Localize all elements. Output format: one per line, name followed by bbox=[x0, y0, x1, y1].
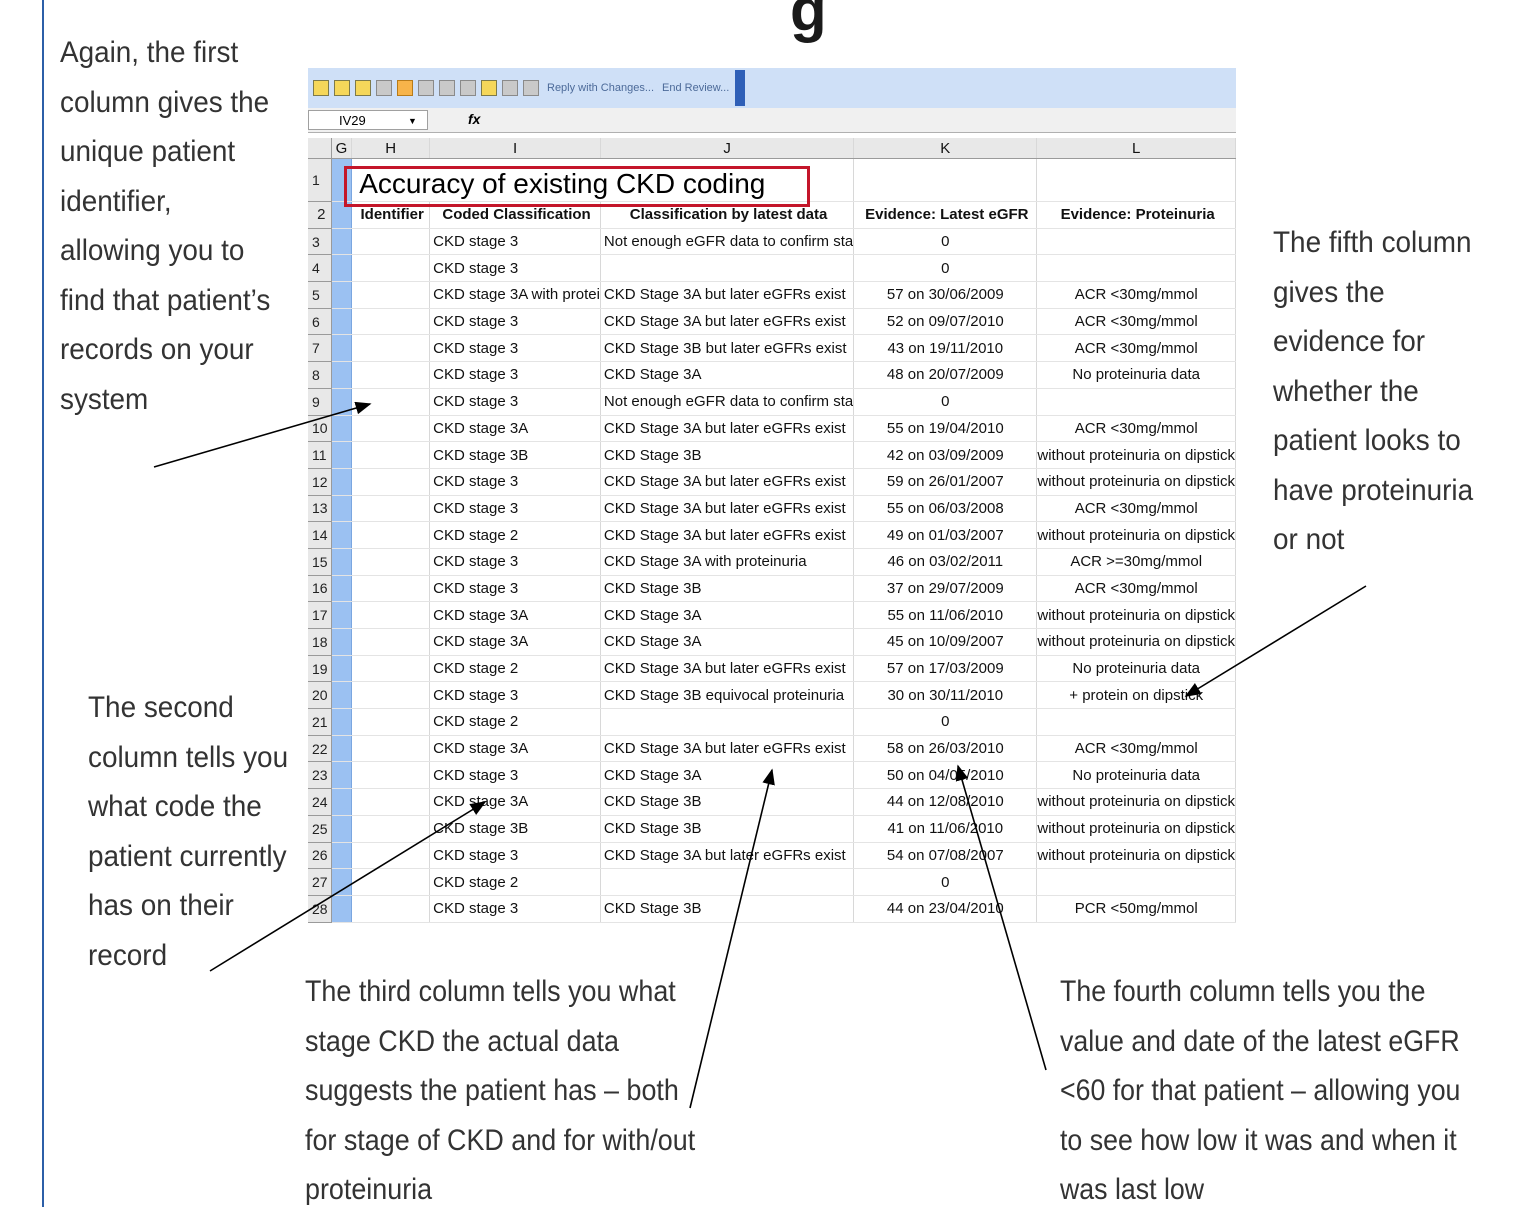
annotation-arrows bbox=[153, 401, 1367, 1109]
arrow-third-column bbox=[689, 768, 775, 1109]
arrow-second-column bbox=[209, 801, 487, 972]
arrow-first-column bbox=[153, 401, 372, 468]
arrow-fourth-column bbox=[955, 764, 1047, 1071]
arrow-fifth-column bbox=[1184, 585, 1367, 697]
